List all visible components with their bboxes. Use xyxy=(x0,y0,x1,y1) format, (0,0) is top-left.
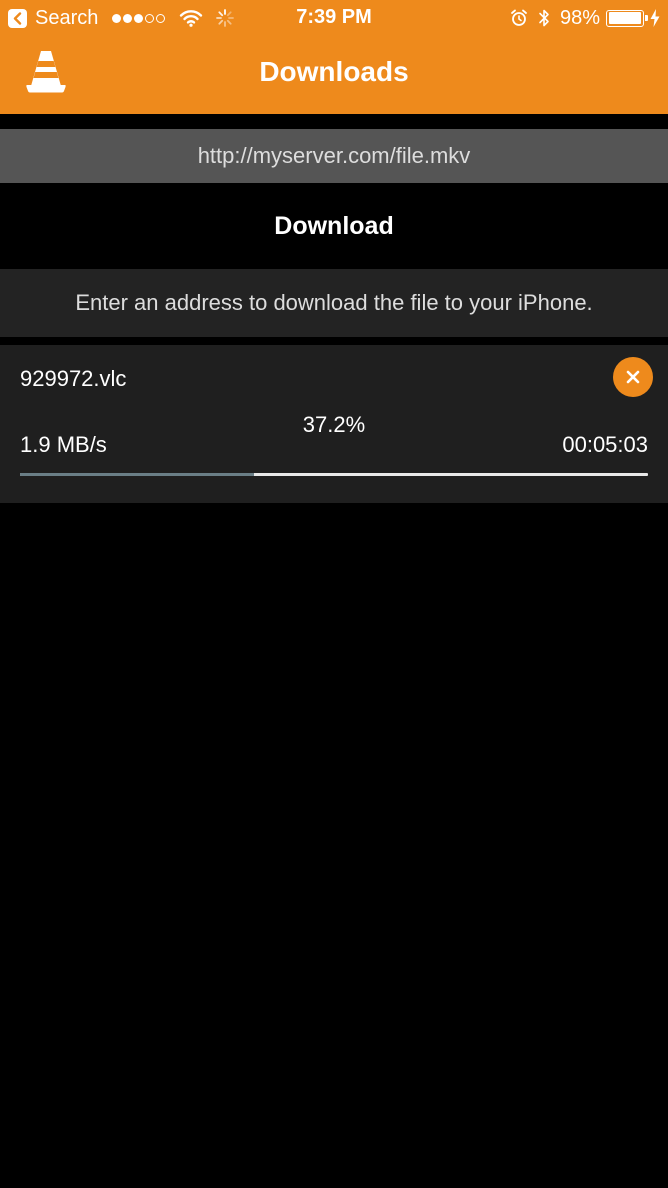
hint-bar: Enter an address to download the file to… xyxy=(0,269,668,337)
header: Search 7:39 PM 98% Downloads xyxy=(0,0,668,114)
url-input[interactable] xyxy=(0,129,668,183)
progress-bar xyxy=(20,473,648,476)
bluetooth-icon xyxy=(538,8,550,28)
battery-level xyxy=(608,12,641,24)
page-title: Downloads xyxy=(259,56,409,87)
download-button[interactable]: Download xyxy=(0,184,668,268)
file-name: 929972.vlc xyxy=(20,366,127,391)
status-bar: Search 7:39 PM 98% xyxy=(0,0,668,38)
cancel-download-button[interactable] xyxy=(613,357,653,397)
battery-icon xyxy=(606,9,648,27)
battery-percent: 98% xyxy=(559,6,600,29)
time-remaining: 00:05:03 xyxy=(562,432,648,457)
download-speed: 1.9 MB/s xyxy=(20,432,107,457)
download-item: 929972.vlc 37.2% 1.9 MB/s 00:05:03 xyxy=(0,345,668,503)
status-bar-right: 98% xyxy=(510,6,660,30)
progress-fill xyxy=(20,473,254,476)
battery-cap xyxy=(645,14,648,21)
hint-text: Enter an address to download the file to… xyxy=(75,290,593,315)
charging-bolt-icon xyxy=(650,9,660,27)
close-icon xyxy=(626,370,640,384)
alarm-icon xyxy=(510,9,528,27)
nav-bar: Downloads xyxy=(0,38,668,114)
